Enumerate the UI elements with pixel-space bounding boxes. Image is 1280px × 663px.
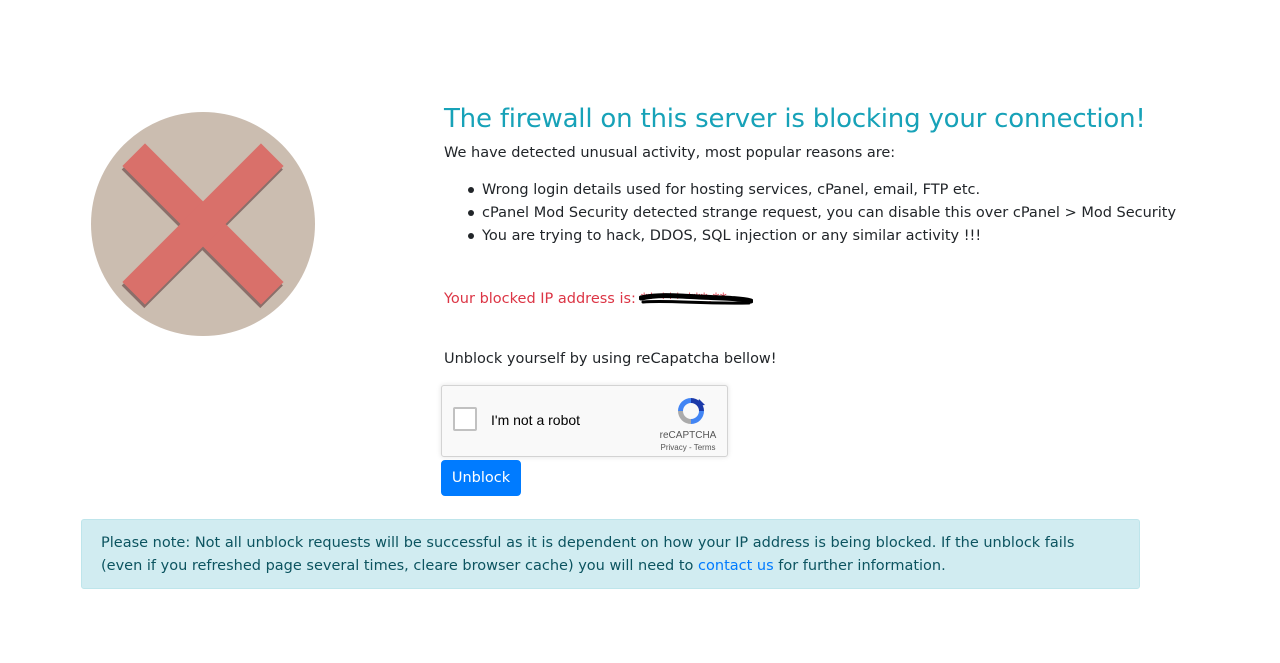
firewall-block-page: The firewall on this server is blocking … [0, 0, 1280, 663]
recaptcha-widget: I'm not a robot reCAPTCHA Privacy - Term… [441, 385, 728, 457]
recaptcha-links: Privacy - Terms [652, 443, 724, 452]
unblock-button[interactable]: Unblock [441, 460, 521, 496]
contact-us-link[interactable]: contact us [698, 558, 774, 574]
info-notice: Please note: Not all unblock requests wi… [81, 519, 1140, 589]
notice-text-after: for further information. [773, 558, 946, 574]
list-item: Wrong login details used for hosting ser… [468, 179, 1244, 202]
recaptcha-brand: reCAPTCHA [659, 430, 717, 441]
blocked-x-icon [91, 112, 315, 336]
recaptcha-label: I'm not a robot [491, 412, 581, 428]
blocked-ip-label: Your blocked IP address is: [444, 291, 636, 307]
list-item: cPanel Mod Security detected strange req… [468, 202, 1244, 225]
list-item: You are trying to hack, DDOS, SQL inject… [468, 225, 1244, 248]
blocked-ip-line: Your blocked IP address is: **.***.***.*… [444, 288, 753, 310]
main-content: The firewall on this server is blocking … [444, 100, 1244, 248]
recaptcha-terms-link[interactable]: Terms [694, 443, 716, 452]
recaptcha-logo-icon [675, 395, 707, 427]
recaptcha-checkbox[interactable] [453, 407, 477, 431]
recaptcha-link-separator: - [686, 443, 694, 452]
page-title: The firewall on this server is blocking … [444, 104, 1146, 134]
redaction-scribble [638, 293, 753, 305]
unblock-instructions: Unblock yourself by using reCapatcha bel… [444, 351, 777, 367]
intro-text: We have detected unusual activity, most … [444, 145, 896, 161]
reasons-list: Wrong login details used for hosting ser… [444, 179, 1244, 248]
blocked-ip-value: **.***.***.** [638, 288, 753, 310]
recaptcha-privacy-link[interactable]: Privacy [661, 443, 687, 452]
